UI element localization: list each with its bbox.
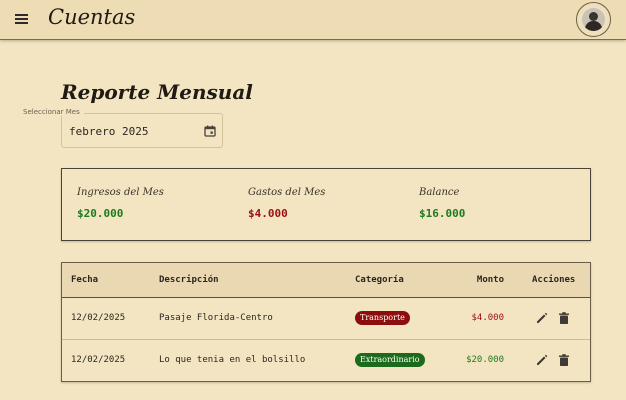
table-row: 12/02/2025 Lo que tenia en el bolsillo E… <box>62 340 590 382</box>
balance-value: $16.000 <box>419 207 466 220</box>
month-picker-field[interactable]: febrero 2025 <box>61 113 223 148</box>
category-chip: Transporte <box>355 311 410 325</box>
income-value: $20.000 <box>77 207 124 220</box>
edit-icon[interactable] <box>535 353 549 367</box>
header-date[interactable]: Fecha <box>71 275 98 285</box>
app-title: Cuentas <box>48 5 136 29</box>
income-label: Ingresos del Mes <box>77 187 164 198</box>
user-avatar-button[interactable] <box>576 2 611 37</box>
transactions-table: Fecha Descripción Categoría Monto Accion… <box>61 262 591 382</box>
expenses-label: Gastos del Mes <box>248 187 326 198</box>
balance-summary: Balance $16.000 <box>419 187 465 220</box>
header-amount[interactable]: Monto <box>477 275 504 285</box>
page-title: Reporte Mensual <box>61 80 253 104</box>
top-app-bar: Cuentas <box>0 0 626 40</box>
month-picker-value[interactable]: febrero 2025 <box>69 125 148 138</box>
balance-label: Balance <box>419 187 460 198</box>
row-description: Pasaje Florida-Centro <box>159 313 273 323</box>
income-summary: Ingresos del Mes $20.000 <box>77 187 164 220</box>
row-amount: $20.000 <box>466 355 504 365</box>
delete-icon[interactable] <box>557 353 571 367</box>
row-amount: $4.000 <box>471 313 504 323</box>
row-date: 12/02/2025 <box>71 355 126 365</box>
menu-icon[interactable] <box>14 11 32 27</box>
edit-icon[interactable] <box>535 311 549 325</box>
expenses-value: $4.000 <box>248 207 288 220</box>
header-description[interactable]: Descripción <box>159 275 219 285</box>
avatar-icon <box>582 8 605 31</box>
table-header: Fecha Descripción Categoría Monto Accion… <box>62 263 590 298</box>
header-actions: Acciones <box>532 275 576 285</box>
delete-icon[interactable] <box>557 311 571 325</box>
row-description: Lo que tenia en el bolsillo <box>159 355 306 365</box>
header-category[interactable]: Categoría <box>355 275 404 285</box>
category-chip: Extraordinario <box>355 353 425 367</box>
row-date: 12/02/2025 <box>71 313 126 323</box>
calendar-icon[interactable] <box>204 125 216 137</box>
table-row: 12/02/2025 Pasaje Florida-Centro Transpo… <box>62 298 590 340</box>
month-picker-label: Seleccionar Mes <box>19 108 84 116</box>
monthly-summary-card: Ingresos del Mes $20.000 Gastos del Mes … <box>61 168 591 241</box>
expenses-summary: Gastos del Mes $4.000 <box>248 187 325 220</box>
